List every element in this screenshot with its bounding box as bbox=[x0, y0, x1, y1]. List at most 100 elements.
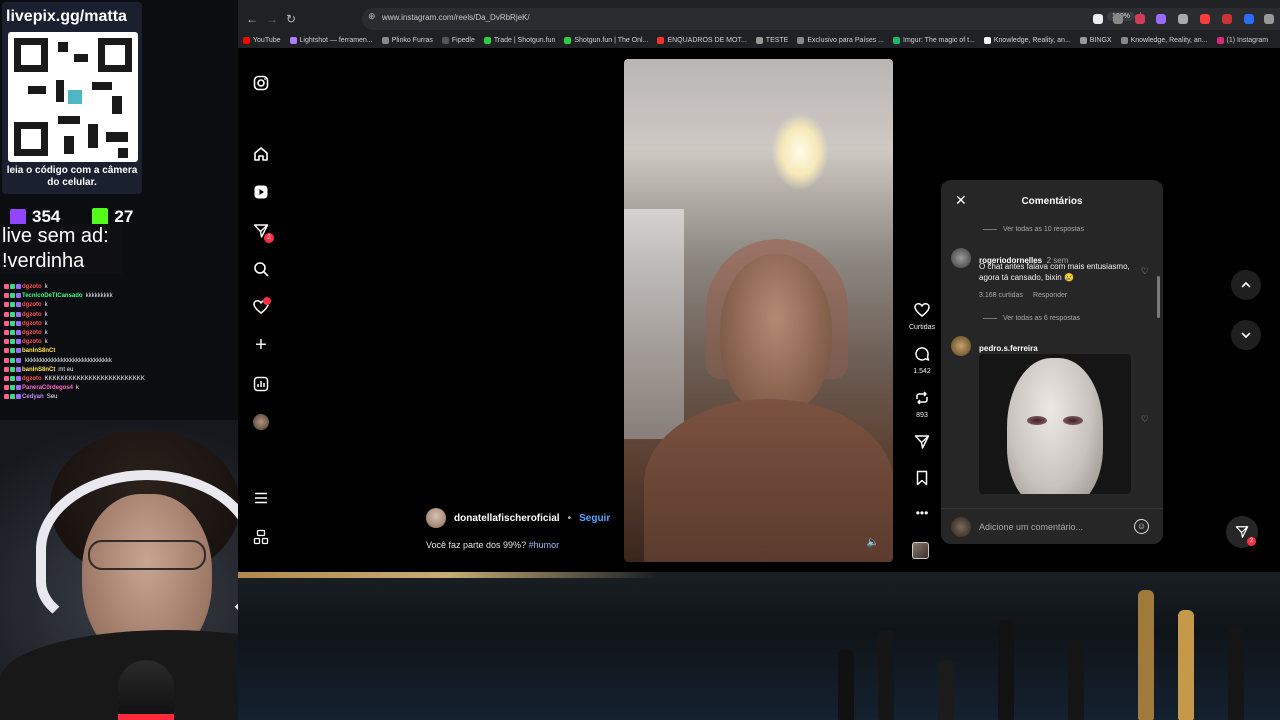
more-menu-icon[interactable] bbox=[252, 489, 270, 507]
volume-icon[interactable]: 🔈 bbox=[867, 537, 879, 548]
back-icon[interactable]: ← bbox=[246, 12, 258, 26]
notification-dot bbox=[263, 297, 271, 305]
chat-username: TecnicoDeTICansado bbox=[22, 293, 83, 300]
comment-icon[interactable] bbox=[910, 346, 934, 365]
bookmark-label: Lightshot — ferramen... bbox=[299, 36, 373, 44]
bookmark-item[interactable]: Trade | Shotgun.fun bbox=[483, 34, 555, 46]
like-heart-icon[interactable] bbox=[910, 302, 934, 321]
my-avatar bbox=[951, 517, 971, 537]
more-options-icon[interactable]: ••• bbox=[910, 506, 934, 520]
chat-username: dgzoto bbox=[22, 284, 42, 290]
bookmark-favicon-icon bbox=[483, 36, 491, 44]
comment-image[interactable] bbox=[979, 354, 1131, 494]
author-name[interactable]: donatellafischeroficial bbox=[454, 513, 560, 524]
bookmark-item[interactable]: Knowledge, Reality, an... bbox=[983, 34, 1071, 46]
create-plus-icon[interactable]: + bbox=[252, 334, 270, 356]
reel-video[interactable]: 🔈 bbox=[624, 59, 893, 562]
comment-like-icon[interactable]: ♡ bbox=[1141, 414, 1149, 425]
bookmark-item[interactable]: Exclusivo para Países ... bbox=[797, 34, 884, 46]
extension-icon[interactable] bbox=[1200, 14, 1210, 24]
next-reel-button[interactable] bbox=[1231, 320, 1261, 350]
messages-badge: 2 bbox=[264, 233, 274, 243]
bookmark-item[interactable]: Shotgun.fun | The Onl... bbox=[564, 34, 648, 46]
commenter-avatar[interactable] bbox=[951, 336, 971, 356]
bookmark-item[interactable]: Plinko Furras bbox=[381, 34, 433, 46]
chat-username: dgzoto bbox=[22, 339, 42, 346]
bookmark-item[interactable]: ENQUADROS DE MOT... bbox=[657, 34, 747, 46]
chat-badge-icon bbox=[4, 302, 9, 308]
extension-icon[interactable] bbox=[1156, 14, 1166, 24]
chat-badge-icon bbox=[16, 385, 21, 391]
bookmark-item[interactable]: TESTE bbox=[755, 34, 788, 46]
direct-messages-button[interactable]: 2 bbox=[1226, 516, 1258, 548]
reply-button[interactable]: Responder bbox=[1033, 292, 1067, 299]
extension-icon[interactable] bbox=[1244, 14, 1254, 24]
chat-badge-icon bbox=[16, 394, 21, 400]
audio-thumbnail[interactable] bbox=[912, 542, 929, 559]
extension-icon[interactable] bbox=[1178, 14, 1188, 24]
dashboard-icon[interactable] bbox=[252, 375, 270, 393]
follow-button[interactable]: Seguir bbox=[579, 513, 610, 524]
notifications-heart-icon[interactable] bbox=[252, 297, 271, 316]
emoji-icon[interactable]: ☺ bbox=[1134, 519, 1149, 534]
stream-overlay: livepix.gg/matta leia o código com a câm… bbox=[0, 0, 340, 720]
scrollbar[interactable] bbox=[1157, 276, 1160, 318]
chat-message: TecnicoDeTICansado kkkkkkkkk bbox=[4, 292, 194, 301]
bookmark-item[interactable]: Fipedle bbox=[441, 34, 475, 46]
comment-like-icon[interactable]: ♡ bbox=[1141, 266, 1149, 277]
bookmark-item[interactable]: Knowledge, Reality, an... bbox=[1120, 34, 1208, 46]
extension-icon[interactable] bbox=[1222, 14, 1232, 24]
chat-message: PaneraC0rdegos4 k bbox=[4, 384, 194, 393]
bookmark-item[interactable]: Lightshot — ferramen... bbox=[289, 34, 373, 46]
caption-hashtag[interactable]: #humor bbox=[529, 540, 560, 550]
search-icon[interactable] bbox=[252, 260, 270, 278]
bookmark-label: YouTube bbox=[253, 36, 281, 44]
site-info-icon[interactable]: ⊕ bbox=[368, 11, 376, 22]
microphone-icon bbox=[118, 660, 174, 720]
extension-icon[interactable] bbox=[1113, 14, 1123, 24]
extension-icon[interactable] bbox=[1135, 14, 1145, 24]
also-from-meta-icon[interactable] bbox=[252, 528, 270, 546]
commenter-avatar[interactable] bbox=[951, 248, 971, 268]
chat-text: k bbox=[44, 320, 48, 327]
comment-input[interactable] bbox=[979, 517, 1127, 537]
bookmarks-bar: YouTube Lightshot — ferramen... Plinko Fur… bbox=[243, 34, 1273, 46]
bookmark-favicon-icon bbox=[797, 36, 805, 44]
author-avatar[interactable] bbox=[426, 508, 446, 528]
chat-message: dgzoto k bbox=[4, 338, 194, 347]
chat-badge-icon bbox=[4, 366, 9, 372]
headset-icon bbox=[36, 470, 258, 630]
bookmark-item[interactable]: YouTube bbox=[243, 34, 281, 46]
bookmark-label: Imgur: The magic of t... bbox=[903, 36, 975, 44]
instagram-logo-icon[interactable] bbox=[252, 74, 270, 92]
bookmark-favicon-icon bbox=[381, 36, 389, 44]
reload-icon[interactable]: ↻ bbox=[286, 12, 296, 26]
bookmark-item[interactable]: (1) Instagram bbox=[1216, 34, 1268, 46]
screen: livepix.gg/matta leia o código com a câm… bbox=[0, 0, 1280, 720]
comment-likes[interactable]: 3.168 curtidas bbox=[979, 292, 1023, 299]
chat-text: k bbox=[44, 284, 48, 290]
bookmark-item[interactable]: BINGX bbox=[1079, 34, 1112, 46]
chat-message: Cedyan Seu bbox=[4, 393, 194, 402]
extension-icon[interactable] bbox=[1093, 14, 1103, 24]
chat-message: dgzoto k bbox=[4, 329, 194, 338]
view-replies-link[interactable]: Ver todas as 10 respostas bbox=[983, 226, 1084, 233]
menu-icon[interactable] bbox=[1264, 14, 1274, 24]
view-replies-link[interactable]: Ver todas as 6 respostas bbox=[983, 315, 1080, 322]
chat-badge-icon bbox=[4, 375, 9, 381]
messages-icon[interactable]: 2 bbox=[252, 222, 274, 243]
repost-icon[interactable] bbox=[910, 390, 934, 409]
chat-badge-icon bbox=[10, 339, 15, 345]
share-send-icon[interactable] bbox=[910, 434, 934, 453]
bookmark-item[interactable]: Imgur: The magic of t... bbox=[893, 34, 975, 46]
forward-icon[interactable]: → bbox=[266, 12, 278, 26]
comment-username[interactable]: pedro.s.ferreira bbox=[979, 344, 1038, 353]
save-bookmark-icon[interactable] bbox=[910, 470, 934, 489]
instagram-page: 2 + 🔈 donatellafischeroficial • Seguir V… bbox=[238, 48, 1280, 572]
home-icon[interactable] bbox=[252, 145, 270, 163]
comment-text: O chat antes falava com mais entusiasmo,… bbox=[979, 262, 1130, 282]
profile-avatar[interactable] bbox=[252, 413, 270, 431]
chat-badge-icon bbox=[16, 293, 21, 299]
reels-icon[interactable] bbox=[252, 183, 270, 201]
previous-reel-button[interactable] bbox=[1231, 270, 1261, 300]
